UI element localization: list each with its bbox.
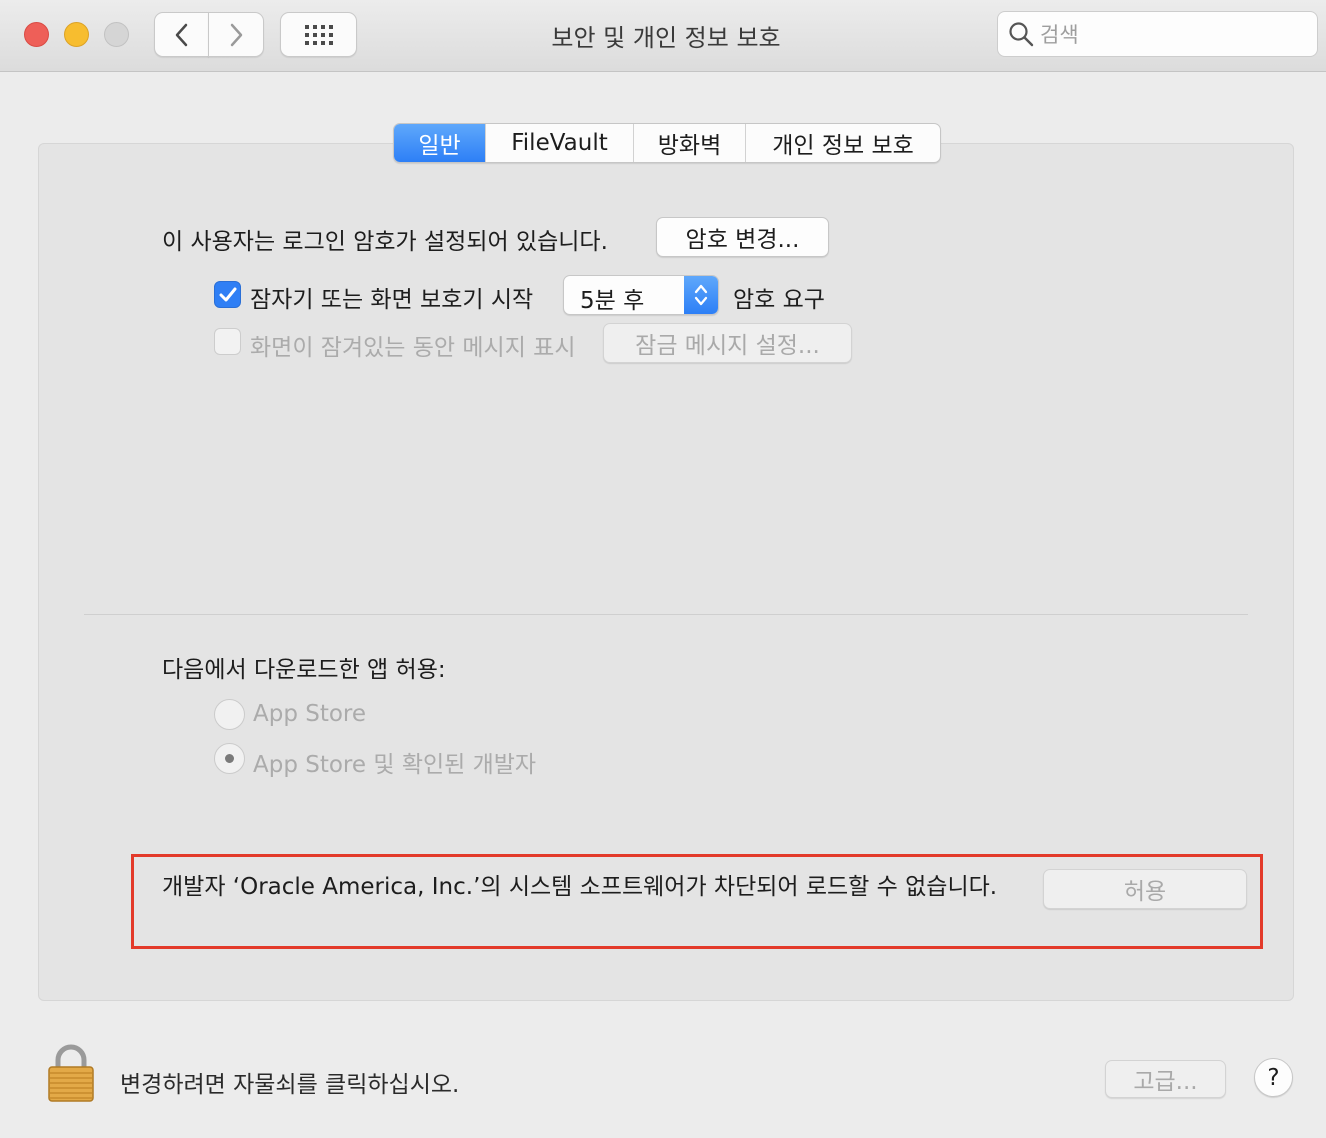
search-placeholder: 검색 — [1040, 23, 1079, 47]
lock-icon[interactable] — [46, 1043, 96, 1103]
lock-message-label: 화면이 잠겨있는 동안 메시지 표시 — [250, 335, 576, 361]
tab-general[interactable]: 일반 — [394, 124, 486, 162]
allow-button[interactable]: 허용 — [1043, 869, 1247, 909]
window-title: 보안 및 개인 정보 보호 — [551, 24, 781, 52]
sleep-password-checkbox[interactable] — [214, 281, 241, 308]
require-password-text: 암호 요구 — [733, 287, 825, 313]
radio-app-store-label: App Store — [253, 701, 367, 727]
zoom-window-button[interactable] — [104, 22, 129, 47]
radio-app-store[interactable] — [214, 699, 245, 730]
forward-button[interactable] — [208, 12, 264, 57]
sleep-password-label: 잠자기 또는 화면 보호기 시작 — [250, 287, 534, 313]
radio-app-store-identified[interactable] — [214, 743, 245, 774]
password-status-text: 이 사용자는 로그인 암호가 설정되어 있습니다. — [162, 229, 608, 255]
lock-instruction-text: 변경하려면 자물쇠를 클릭하십시오. — [120, 1072, 460, 1098]
updown-chevron-icon — [684, 276, 718, 314]
password-delay-value: 5분 후 — [580, 288, 645, 314]
grid-icon — [304, 24, 333, 45]
checkmark-icon — [219, 287, 236, 301]
minimize-window-button[interactable] — [64, 22, 89, 47]
change-password-button[interactable]: 암호 변경... — [656, 217, 829, 257]
advanced-button[interactable]: 고급... — [1105, 1060, 1226, 1098]
back-button[interactable] — [154, 12, 209, 57]
chevron-left-icon — [175, 23, 187, 46]
password-delay-select[interactable]: 5분 후 — [563, 275, 719, 315]
radio-app-store-identified-label: App Store 및 확인된 개발자 — [253, 752, 537, 778]
tab-privacy[interactable]: 개인 정보 보호 — [746, 124, 940, 162]
radio-selected-dot — [225, 754, 234, 763]
set-lock-message-button[interactable]: 잠금 메시지 설정... — [603, 323, 852, 363]
help-button[interactable]: ? — [1254, 1058, 1293, 1097]
search-field[interactable]: 검색 — [997, 11, 1318, 57]
title-bar: 보안 및 개인 정보 보호 검색 — [0, 0, 1326, 72]
chevron-right-icon — [230, 23, 243, 46]
tab-bar: 일반 FileVault 방화벽 개인 정보 보호 — [393, 123, 941, 163]
tab-firewall[interactable]: 방화벽 — [634, 124, 746, 162]
tab-filevault[interactable]: FileVault — [486, 124, 634, 162]
search-icon — [1009, 22, 1034, 47]
show-all-button[interactable] — [280, 12, 357, 57]
close-window-button[interactable] — [24, 22, 49, 47]
lock-message-checkbox[interactable] — [214, 328, 241, 355]
allow-apps-heading: 다음에서 다운로드한 앱 허용: — [162, 657, 446, 683]
section-divider — [84, 614, 1248, 615]
blocked-software-message: 개발자 ‘Oracle America, Inc.’의 시스템 소프트웨어가 차… — [162, 874, 998, 900]
